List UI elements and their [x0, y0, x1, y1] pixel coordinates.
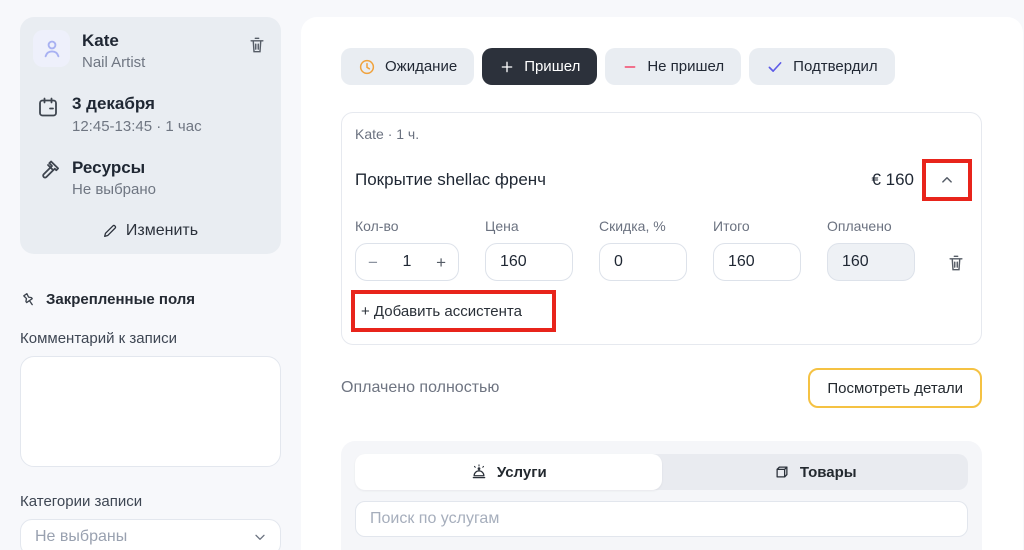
status-no-show-button[interactable]: Не пришел [605, 48, 741, 85]
cube-icon [773, 463, 791, 481]
catalog-panel: Услуги Товары [341, 441, 982, 550]
plus-icon [499, 59, 515, 75]
appointment-time: 12:45-13:45 · 1 час [72, 118, 267, 135]
catalog-tab-bar: Услуги Товары [355, 454, 968, 490]
quantity-label: Кол-во [355, 218, 459, 234]
price-label: Цена [485, 218, 573, 234]
paid-field: Оплачено [827, 218, 915, 281]
person-icon [40, 37, 64, 61]
comment-label: Комментарий к записи [20, 330, 281, 347]
discount-label: Скидка, % [599, 218, 687, 234]
quantity-stepper: − 1 + [355, 243, 459, 281]
status-label: Пришел [524, 58, 580, 75]
appointment-info-card: Kate Nail Artist 3 декабря 12:45-13:45 ·… [20, 17, 281, 254]
comment-textarea[interactable] [20, 356, 281, 467]
categories-value: Не выбраны [35, 528, 127, 546]
client-role: Nail Artist [82, 54, 235, 71]
edit-label: Изменить [126, 222, 198, 240]
status-buttons-row: Ожидание Пришел Не пришел Подтвердил [341, 48, 982, 85]
service-price: € 160 [871, 170, 914, 190]
quantity-decrease-button[interactable]: − [366, 254, 380, 271]
resources-title: Ресурсы [72, 157, 267, 178]
add-assistant-button[interactable]: + Добавить ассистента [361, 303, 522, 320]
appointment-main-panel: Ожидание Пришел Не пришел Подтвердил Kat… [301, 17, 1023, 550]
annotation-box-add-assistant: + Добавить ассистента [351, 290, 556, 332]
pencil-icon [102, 223, 118, 239]
avatar [33, 30, 70, 67]
service-card: Kate · 1 ч. Покрытие shellac френч € 160… [341, 112, 982, 345]
delete-service-button[interactable] [946, 253, 966, 273]
price-input[interactable] [485, 243, 573, 281]
status-waiting-button[interactable]: Ожидание [341, 48, 474, 85]
price-field: Цена [485, 218, 573, 281]
view-details-button[interactable]: Посмотреть детали [808, 368, 982, 408]
datetime-row: 3 декабря 12:45-13:45 · 1 час [33, 93, 267, 134]
status-arrived-button[interactable]: Пришел [482, 48, 597, 85]
appointment-sidebar: Kate Nail Artist 3 декабря 12:45-13:45 ·… [20, 17, 281, 550]
status-confirmed-button[interactable]: Подтвердил [749, 48, 894, 85]
total-input[interactable] [713, 243, 801, 281]
resources-value: Не выбрано [72, 181, 267, 198]
client-name: Kate [82, 30, 235, 51]
calendar-icon [36, 95, 60, 119]
service-title: Покрытие shellac френч [355, 170, 546, 190]
hammer-icon [36, 159, 60, 183]
categories-select[interactable]: Не выбраны [20, 519, 281, 550]
quantity-value: 1 [403, 253, 412, 271]
service-master-duration: Kate · 1 ч. [355, 126, 966, 142]
client-row: Kate Nail Artist [33, 30, 267, 71]
trash-icon [946, 253, 966, 273]
paid-label: Оплачено [827, 218, 915, 234]
quantity-field: Кол-во − 1 + [355, 218, 459, 281]
annotation-box-collapse [922, 159, 972, 201]
minus-icon [622, 59, 638, 75]
pin-icon [16, 287, 41, 312]
status-label: Подтвердил [793, 58, 877, 75]
status-label: Не пришел [647, 58, 724, 75]
discount-input[interactable] [599, 243, 687, 281]
remove-client-button[interactable] [247, 35, 267, 55]
edit-appointment-button[interactable]: Изменить [33, 222, 267, 240]
chevron-up-icon [938, 171, 956, 189]
check-icon [766, 58, 784, 76]
resources-row: Ресурсы Не выбрано [33, 157, 267, 198]
clock-icon [358, 58, 376, 76]
payment-status-text: Оплачено полностью [341, 379, 499, 397]
chevron-down-icon [252, 529, 268, 545]
payment-row: Оплачено полностью Посмотреть детали [341, 368, 982, 408]
collapse-service-button[interactable] [938, 171, 956, 189]
tab-label: Товары [800, 464, 857, 481]
total-field: Итого [713, 218, 801, 281]
tab-products[interactable]: Товары [662, 454, 969, 490]
search-services-input[interactable] [355, 501, 968, 537]
tab-label: Услуги [497, 464, 547, 481]
tab-services[interactable]: Услуги [355, 454, 662, 490]
pinned-fields-header: Закрепленные поля [20, 291, 281, 309]
trash-icon [247, 35, 267, 55]
quantity-increase-button[interactable]: + [434, 254, 448, 271]
categories-label: Категории записи [20, 493, 281, 510]
appointment-date: 3 декабря [72, 93, 267, 114]
paid-input[interactable] [827, 243, 915, 281]
pinned-fields-title: Закрепленные поля [46, 291, 195, 308]
total-label: Итого [713, 218, 801, 234]
discount-field: Скидка, % [599, 218, 687, 281]
bell-icon [470, 463, 488, 481]
service-fields-row: Кол-во − 1 + Цена Скидка, % Итого Опл [355, 218, 966, 281]
status-label: Ожидание [385, 58, 457, 75]
